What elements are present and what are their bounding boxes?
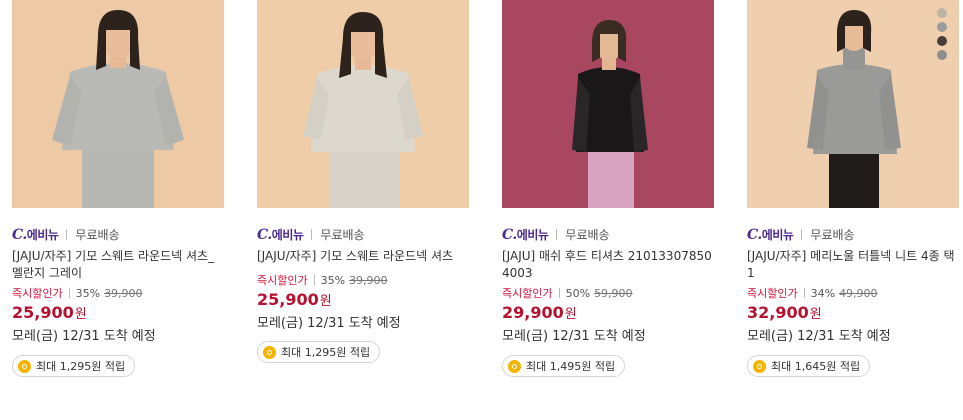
discount-rate: 50% — [565, 286, 591, 300]
coin-icon — [508, 359, 521, 373]
brand-logo: C.에비뉴 — [502, 226, 549, 243]
shipping-label: 무료배송 — [810, 227, 855, 242]
discount-info: 즉시할인가 35% 39,900 — [257, 272, 469, 288]
divider — [311, 228, 313, 240]
original-price: 39,900 — [349, 273, 388, 287]
product-card[interactable]: C.에비뉴 무료배송 [JAJU/자주] 메리노울 터틀넥 니트 4종 택1 즉… — [747, 0, 959, 377]
brand-logo: C.에비뉴 — [257, 226, 304, 243]
points-text: 최대 1,645원 적립 — [771, 360, 861, 373]
divider — [66, 228, 68, 240]
price-value: 25,900 — [257, 290, 319, 309]
product-card[interactable]: C.에비뉴 무료배송 [JAJU] 매쉬 후드 티셔츠 210133078504… — [502, 0, 714, 377]
color-swatch[interactable] — [937, 22, 947, 32]
discount-rate: 34% — [810, 286, 836, 300]
price-unit: 원 — [319, 294, 332, 309]
coin-icon — [18, 359, 31, 373]
price-unit: 원 — [809, 307, 822, 322]
product-title[interactable]: [JAJU/자주] 메리노울 터틀넥 니트 4종 택1 — [747, 248, 959, 282]
price-value: 25,900 — [12, 303, 74, 322]
original-price: 39,900 — [104, 286, 143, 300]
discount-label: 즉시할인가 — [502, 287, 553, 300]
discount-label: 즉시할인가 — [257, 274, 308, 287]
product-card[interactable]: C.에비뉴 무료배송 [JAJU/자주] 기모 스웨트 라운드넥 셔츠 즉시할인… — [257, 0, 469, 363]
coin-icon — [753, 359, 766, 373]
price-unit: 원 — [564, 307, 577, 322]
delivery-estimate: 모레(금) 12/31 도착 예정 — [502, 329, 646, 344]
points-badge: 최대 1,295원 적립 — [257, 341, 381, 363]
shipping-label: 무료배송 — [75, 227, 120, 242]
divider — [558, 288, 560, 298]
brand-logo: C.에비뉴 — [747, 226, 794, 243]
price-unit: 원 — [74, 307, 87, 322]
discount-info: 즉시할인가 35% 39,900 — [12, 285, 224, 301]
points-text: 최대 1,495원 적립 — [526, 360, 616, 373]
divider — [68, 288, 70, 298]
sale-price: 25,900 원 — [257, 290, 469, 310]
color-swatches — [937, 8, 947, 60]
shipping-label: 무료배송 — [320, 227, 365, 242]
discount-info: 즉시할인가 34% 49,900 — [747, 285, 959, 301]
sale-price: 32,900 원 — [747, 303, 959, 323]
points-badge: 최대 1,645원 적립 — [747, 355, 871, 377]
product-title[interactable]: [JAJU] 매쉬 후드 티셔츠 210133078504003 — [502, 248, 714, 282]
points-badge: 최대 1,495원 적립 — [502, 355, 626, 377]
divider — [556, 228, 558, 240]
product-image[interactable] — [502, 0, 714, 208]
divider — [801, 228, 803, 240]
product-image[interactable] — [747, 0, 959, 208]
color-swatch[interactable] — [937, 50, 947, 60]
sale-price: 25,900 원 — [12, 303, 224, 323]
discount-label: 즉시할인가 — [12, 287, 63, 300]
divider — [803, 288, 805, 298]
price-value: 32,900 — [747, 303, 809, 322]
points-badge: 최대 1,295원 적립 — [12, 355, 136, 377]
product-image[interactable] — [12, 0, 224, 208]
coin-icon — [263, 345, 276, 359]
color-swatch[interactable] — [937, 36, 947, 46]
product-title[interactable]: [JAJU/자주] 기모 스웨트 라운드넥 셔츠_멜란지 그레이 — [12, 248, 224, 282]
points-text: 최대 1,295원 적립 — [36, 360, 126, 373]
color-swatch[interactable] — [937, 8, 947, 18]
discount-rate: 35% — [75, 286, 101, 300]
discount-rate: 35% — [320, 273, 346, 287]
product-image[interactable] — [257, 0, 469, 208]
discount-info: 즉시할인가 50% 59,900 — [502, 285, 714, 301]
discount-label: 즉시할인가 — [747, 287, 798, 300]
divider — [313, 275, 315, 285]
delivery-estimate: 모레(금) 12/31 도착 예정 — [12, 329, 156, 344]
delivery-estimate: 모레(금) 12/31 도착 예정 — [257, 316, 401, 331]
product-title[interactable]: [JAJU/자주] 기모 스웨트 라운드넥 셔츠 — [257, 248, 469, 265]
original-price: 59,900 — [594, 286, 633, 300]
price-value: 29,900 — [502, 303, 564, 322]
original-price: 49,900 — [839, 286, 878, 300]
points-text: 최대 1,295원 적립 — [281, 346, 371, 359]
delivery-estimate: 모레(금) 12/31 도착 예정 — [747, 329, 891, 344]
brand-logo: C.에비뉴 — [12, 226, 59, 243]
sale-price: 29,900 원 — [502, 303, 714, 323]
shipping-label: 무료배송 — [565, 227, 610, 242]
product-card[interactable]: C.에비뉴 무료배송 [JAJU/자주] 기모 스웨트 라운드넥 셔츠_멜란지 … — [12, 0, 224, 377]
